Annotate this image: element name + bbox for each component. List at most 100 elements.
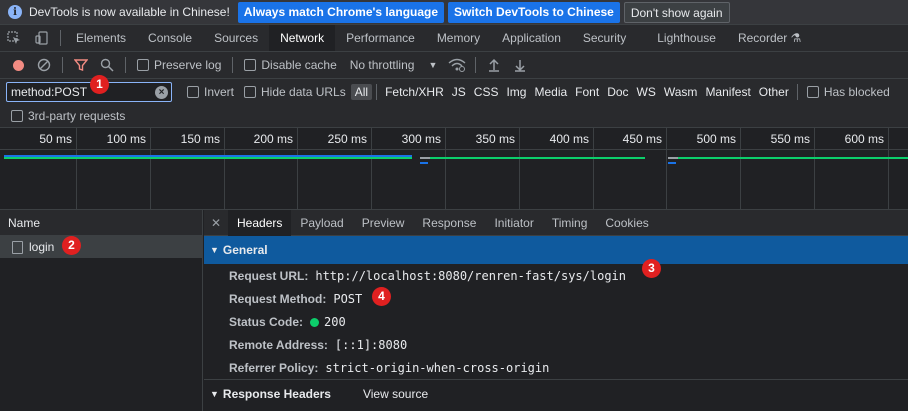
toolbar-divider (232, 57, 234, 73)
filter-input-value: method:POST (11, 85, 88, 99)
type-filter-manifest[interactable]: Manifest (701, 84, 754, 100)
annotation-badge: 4 (372, 287, 391, 306)
timeline-bar-gray (668, 157, 678, 159)
triangle-down-icon: ▼ (210, 245, 219, 255)
third-party-label: 3rd-party requests (28, 109, 126, 123)
type-filter-fetch-xhr[interactable]: Fetch/XHR (381, 84, 448, 100)
search-icon[interactable] (95, 53, 119, 77)
request-row[interactable]: login (0, 236, 202, 258)
tab-application[interactable]: Application (491, 25, 572, 51)
has-blocked-cookies-checkbox[interactable]: Has blocked (802, 85, 895, 99)
referrer-policy-row: Referrer Policy: strict-origin-when-cros… (204, 356, 908, 379)
triangle-down-icon: ▼ (210, 388, 219, 399)
filter-icon[interactable] (69, 53, 93, 77)
device-toolbar-icon[interactable] (28, 25, 56, 51)
referrer-policy-value: strict-origin-when-cross-origin (325, 360, 550, 375)
timeline-tick-label: 550 ms (770, 132, 810, 146)
tab-initiator[interactable]: Initiator (485, 210, 542, 236)
throttling-select[interactable]: No throttling ▼ (344, 58, 444, 72)
filter-input[interactable]: method:POST × (6, 82, 172, 102)
timeline-tick-label: 350 ms (475, 132, 515, 146)
record-button[interactable] (6, 53, 30, 77)
timeline-tick-label: 500 ms (696, 132, 736, 146)
status-code-label: Status Code: (229, 314, 304, 329)
type-filter-img[interactable]: Img (502, 84, 530, 100)
switch-to-chinese-button[interactable]: Switch DevTools to Chinese (448, 1, 620, 23)
tab-cookies[interactable]: Cookies (596, 210, 657, 236)
tab-memory[interactable]: Memory (426, 25, 491, 51)
timeline-bar-blue (420, 162, 428, 164)
response-headers-section-header[interactable]: ▼ Response Headers View source (204, 379, 908, 407)
tab-preview[interactable]: Preview (353, 210, 414, 236)
tab-sources[interactable]: Sources (203, 25, 269, 51)
chevron-down-icon: ▼ (428, 60, 438, 70)
general-section-header[interactable]: ▼ General (204, 236, 908, 264)
checkbox-box[interactable] (244, 59, 257, 71)
throttling-value: No throttling (349, 58, 415, 72)
disable-cache-checkbox[interactable]: Disable cache (239, 58, 341, 72)
clear-filter-icon[interactable]: × (155, 86, 168, 99)
tab-performance[interactable]: Performance (335, 25, 426, 51)
info-icon: i (8, 5, 22, 19)
has-blocked-label: Has blocked (823, 85, 890, 99)
tab-lighthouse[interactable]: Lighthouse (637, 25, 727, 51)
checkbox-box[interactable] (806, 86, 819, 98)
type-filter-other[interactable]: Other (755, 84, 793, 100)
type-filter-js[interactable]: JS (448, 84, 470, 100)
checkbox-box[interactable] (137, 59, 149, 71)
hide-data-urls-checkbox[interactable]: Hide data URLs (239, 85, 351, 99)
dont-show-again-button[interactable]: Don't show again (623, 1, 730, 23)
checkbox-box[interactable] (187, 86, 199, 98)
close-icon[interactable]: ✕ (204, 216, 228, 230)
tab-headers[interactable]: Headers (228, 209, 292, 236)
type-filter-doc[interactable]: Doc (603, 84, 632, 100)
invert-checkbox[interactable]: Invert (182, 85, 239, 99)
request-method-value: POST (333, 291, 363, 306)
view-source-link[interactable]: View source (363, 387, 428, 401)
devtools-tabbar: Elements Console Sources Network Perform… (0, 25, 908, 52)
inspect-element-icon[interactable] (0, 25, 28, 51)
export-har-icon[interactable] (508, 53, 532, 77)
type-filter-media[interactable]: Media (530, 84, 571, 100)
request-list: Name login (0, 210, 203, 411)
tab-network[interactable]: Network (269, 25, 336, 51)
type-filter-ws[interactable]: WS (633, 84, 660, 100)
timeline-tick-label: 450 ms (622, 132, 662, 146)
type-filter-wasm[interactable]: Wasm (660, 84, 702, 100)
remote-address-row: Remote Address: [::1]:8080 (204, 333, 908, 356)
status-code-text: 200 (324, 314, 346, 329)
always-match-language-button[interactable]: Always match Chrome's language (237, 1, 445, 23)
third-party-checkbox[interactable]: 3rd-party requests (6, 109, 130, 123)
tab-security[interactable]: Security (572, 25, 637, 51)
tab-recorder[interactable]: Recorder ⚗ (727, 25, 812, 51)
checkbox-box[interactable] (244, 86, 257, 98)
timeline-overview[interactable]: 50 ms 100 ms 150 ms 200 ms 250 ms 300 ms 350 m… (0, 128, 908, 210)
annotation-badge: 2 (62, 236, 81, 255)
tab-timing[interactable]: Timing (543, 210, 597, 236)
checkbox-box[interactable] (11, 110, 23, 122)
request-name: login (29, 240, 55, 254)
timeline-tick-label: 250 ms (327, 132, 367, 146)
type-filter-font[interactable]: Font (571, 84, 603, 100)
import-har-icon[interactable] (482, 53, 506, 77)
remote-address-value: [::1]:8080 (334, 337, 408, 352)
type-filter-all[interactable]: All (350, 84, 373, 100)
timeline-tick-label: 300 ms (401, 132, 441, 146)
name-column-header[interactable]: Name (0, 210, 202, 236)
document-icon (12, 240, 23, 254)
toolbar-divider (60, 30, 61, 46)
clear-icon[interactable] (32, 53, 56, 77)
tab-response[interactable]: Response (413, 210, 485, 236)
type-filter-css[interactable]: CSS (470, 84, 503, 100)
type-divider (376, 84, 378, 100)
timeline-tick-label: 400 ms (549, 132, 589, 146)
timeline-bar-green (678, 157, 908, 159)
invert-label: Invert (204, 85, 235, 99)
request-method-label: Request Method: (229, 291, 327, 306)
tab-elements[interactable]: Elements (65, 25, 137, 51)
timeline-bar-green (430, 157, 645, 159)
preserve-log-checkbox[interactable]: Preserve log (132, 58, 226, 72)
tab-payload[interactable]: Payload (291, 210, 352, 236)
network-conditions-icon[interactable] (445, 53, 469, 77)
tab-console[interactable]: Console (137, 25, 203, 51)
